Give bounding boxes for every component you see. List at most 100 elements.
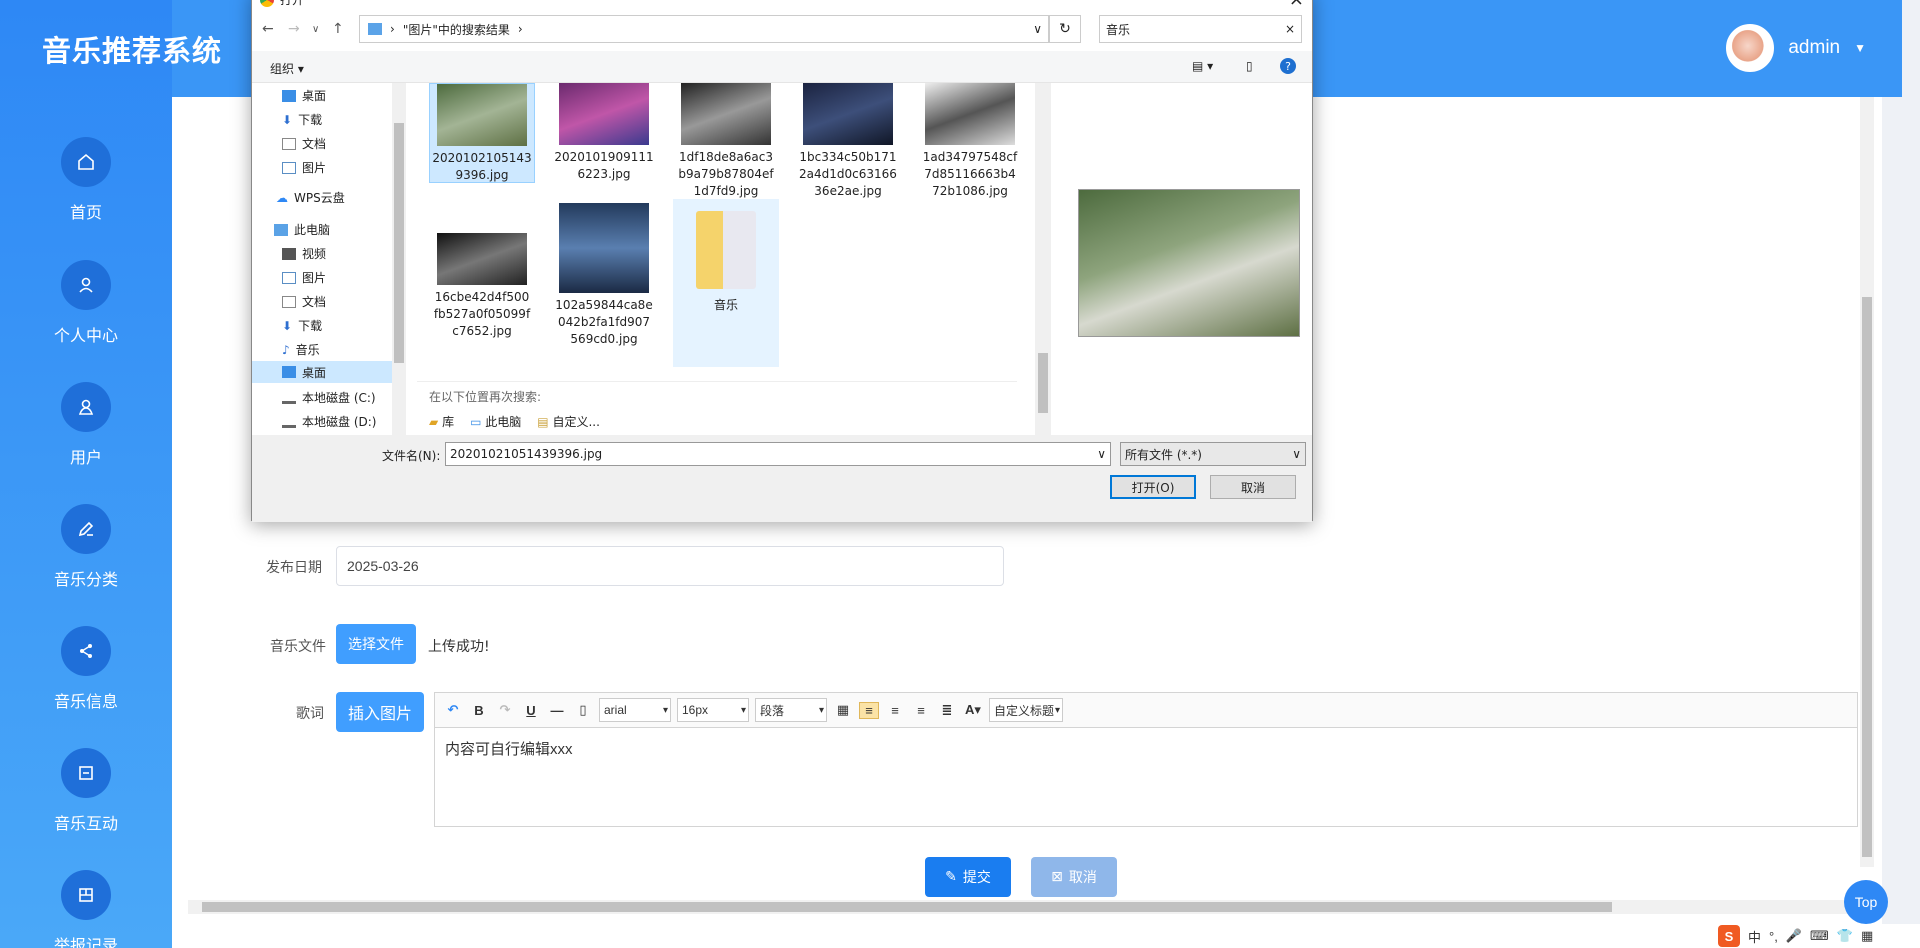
person-icon <box>61 260 111 310</box>
rich-text-editor[interactable]: ↶ B ↷ U — ▯ arial 16px 段落 ▦ ≡ ≡ ≡ ≣ A▾ 自… <box>434 692 1858 827</box>
nav-home[interactable]: 首页 <box>0 137 172 223</box>
vertical-scrollbar[interactable] <box>1860 97 1874 867</box>
tree-item-wps-cloud[interactable]: ☁ WPS云盘 <box>276 189 345 206</box>
filename-input[interactable]: 20201021051439396.jpg ∨ <box>445 442 1111 466</box>
align-center-icon[interactable]: ≡ <box>911 703 931 718</box>
tree-item-desktop-pc[interactable]: 桌面 <box>252 361 392 383</box>
nav-music-info[interactable]: 音乐信息 <box>0 626 172 712</box>
tree-label: 桌面 <box>302 89 327 103</box>
back-arrow-icon[interactable]: ← <box>262 21 274 37</box>
box-icon <box>61 748 111 798</box>
table-icon[interactable]: ▦ <box>833 702 853 718</box>
close-icon[interactable]: × <box>1289 0 1304 10</box>
toolbox-icon[interactable]: ▦ <box>1861 928 1873 944</box>
editor-content[interactable]: 内容可自行编辑xxx <box>435 728 1857 769</box>
file-item[interactable]: 1ad34797548cf 7d85116663b4 72b1086.jpg <box>917 83 1023 200</box>
tree-item-downloads[interactable]: ⬇ 下载 <box>282 111 322 128</box>
keyboard-icon[interactable]: ⌨ <box>1810 928 1829 944</box>
underline-icon[interactable]: U <box>521 703 541 718</box>
nav-label: 音乐分类 <box>53 570 118 589</box>
clear-search-icon[interactable]: × <box>1285 22 1295 36</box>
search-results-icon <box>368 23 382 35</box>
shirt-icon[interactable]: 👕 <box>1837 928 1853 944</box>
tree-item-downloads-pc[interactable]: ⬇ 下载 <box>282 317 322 334</box>
tree-item-this-pc[interactable]: 此电脑 <box>274 221 330 238</box>
refresh-icon[interactable]: ↻ <box>1049 15 1081 43</box>
chevron-down-icon[interactable]: ∨ <box>1097 447 1106 461</box>
address-text: "图片"中的搜索结果 <box>402 22 510 37</box>
view-options-icon[interactable]: ▤ ▾ <box>1192 59 1213 73</box>
custom-title-select[interactable]: 自定义标题 <box>989 698 1063 722</box>
tree-item-pictures-pc[interactable]: 图片 <box>282 269 326 286</box>
tree-item-documents[interactable]: 文档 <box>282 135 326 152</box>
tree-item-documents-pc[interactable]: 文档 <box>282 293 326 310</box>
nav-music-interaction[interactable]: 音乐互动 <box>0 748 172 834</box>
tree-item-music[interactable]: ♪ 音乐 <box>282 341 320 358</box>
ime-mode[interactable]: 中 <box>1748 927 1761 946</box>
tree-item-pictures[interactable]: 图片 <box>282 159 326 176</box>
open-button[interactable]: 打开(O) <box>1110 475 1196 499</box>
cancel-button[interactable]: ⊠ 取消 <box>1031 857 1117 897</box>
organize-menu[interactable]: 组织 ▾ <box>270 60 304 77</box>
font-color-icon[interactable]: A▾ <box>963 702 983 718</box>
file-item[interactable]: 102a59844ca8e 042b2fa1fd907 569cd0.jpg <box>551 203 657 348</box>
file-name-line: 1bc334c50b171 <box>799 150 897 164</box>
tree-item-drive-d[interactable]: 本地磁盘 (D:) <box>282 413 376 430</box>
nav-report-records[interactable]: 举报记录 <box>0 870 172 948</box>
undo-icon[interactable]: ↶ <box>443 702 463 718</box>
back-to-top-button[interactable]: Top <box>1844 880 1888 924</box>
dialog-cancel-button[interactable]: 取消 <box>1210 475 1296 499</box>
font-select[interactable]: arial <box>599 698 671 722</box>
insert-image-button[interactable]: 插入图片 <box>336 692 424 732</box>
recent-dropdown-icon[interactable]: ∨ <box>312 24 319 35</box>
document-icon[interactable]: ▯ <box>573 702 593 718</box>
file-item[interactable]: 2020101909111 6223.jpg <box>551 83 657 183</box>
chevron-down-icon[interactable]: ∨ <box>1033 22 1042 36</box>
tree-label: 音乐 <box>295 343 320 357</box>
bold-icon[interactable]: B <box>469 703 489 718</box>
nav-user[interactable]: 用户 <box>0 382 172 468</box>
user-menu[interactable]: admin ▼ <box>1726 24 1866 72</box>
folder-item[interactable]: 音乐 <box>673 199 779 367</box>
file-item[interactable]: 16cbe42d4f500 fb527a0f05099f c7652.jpg <box>429 233 535 340</box>
dialog-toolbar: 组织 ▾ ▤ ▾ ▯ ? <box>252 51 1312 83</box>
tree-item-desktop[interactable]: 桌面 <box>282 87 326 104</box>
search-input[interactable]: 音乐 × <box>1099 15 1302 43</box>
sogou-ime-icon[interactable]: S <box>1718 925 1740 947</box>
nav-music-category[interactable]: 音乐分类 <box>0 504 172 590</box>
font-size-select[interactable]: 16px <box>677 698 749 722</box>
this-pc-location[interactable]: ▭ 此电脑 <box>470 413 521 430</box>
horizontal-scrollbar[interactable] <box>188 900 1868 914</box>
file-list-scrollbar[interactable] <box>1035 83 1051 435</box>
file-item[interactable]: 1bc334c50b171 2a4d1d0c63166 36e2ae.jpg <box>795 83 901 200</box>
tree-item-videos[interactable]: 视频 <box>282 245 326 262</box>
paragraph-select[interactable]: 段落 <box>755 698 827 722</box>
address-bar[interactable]: › "图片"中的搜索结果 › ∨ <box>359 15 1049 43</box>
horizontal-rule-icon[interactable]: — <box>547 703 567 718</box>
custom-location[interactable]: ▤ 自定义... <box>537 413 600 430</box>
choose-file-button[interactable]: 选择文件 <box>336 624 416 664</box>
align-left-icon[interactable]: ≡ <box>859 701 879 719</box>
file-item[interactable]: 2020102105143 9396.jpg <box>429 83 535 183</box>
folder-icon <box>696 211 756 289</box>
align-justify-icon[interactable]: ≣ <box>937 702 957 718</box>
library-location[interactable]: ▰ 库 <box>429 413 454 430</box>
align-right-icon[interactable]: ≡ <box>885 703 905 718</box>
microphone-icon[interactable]: 🎤 <box>1786 928 1802 944</box>
tree-label: 此电脑 <box>294 223 331 237</box>
filetype-select[interactable]: 所有文件 (*.*) ∨ <box>1120 442 1306 466</box>
submit-button[interactable]: ✎ 提交 <box>925 857 1011 897</box>
punctuation-icon[interactable]: °, <box>1769 929 1778 944</box>
up-arrow-icon[interactable]: ↑ <box>332 21 344 37</box>
nav-personal-center[interactable]: 个人中心 <box>0 260 172 346</box>
tree-scrollbar[interactable] <box>392 83 406 435</box>
redo-icon[interactable]: ↷ <box>495 702 515 718</box>
document-icon <box>282 137 296 150</box>
publish-date-field[interactable]: 2025-03-26 <box>336 546 1004 586</box>
tree-item-drive-c[interactable]: 本地磁盘 (C:) <box>282 389 376 406</box>
preview-pane-icon[interactable]: ▯ <box>1246 59 1253 73</box>
forward-arrow-icon[interactable]: → <box>288 21 300 37</box>
file-item[interactable]: 1df18de8a6ac3 b9a79b87804ef 1d7fd9.jpg <box>673 83 779 200</box>
file-thumbnail <box>681 83 771 145</box>
help-icon[interactable]: ? <box>1280 58 1296 74</box>
